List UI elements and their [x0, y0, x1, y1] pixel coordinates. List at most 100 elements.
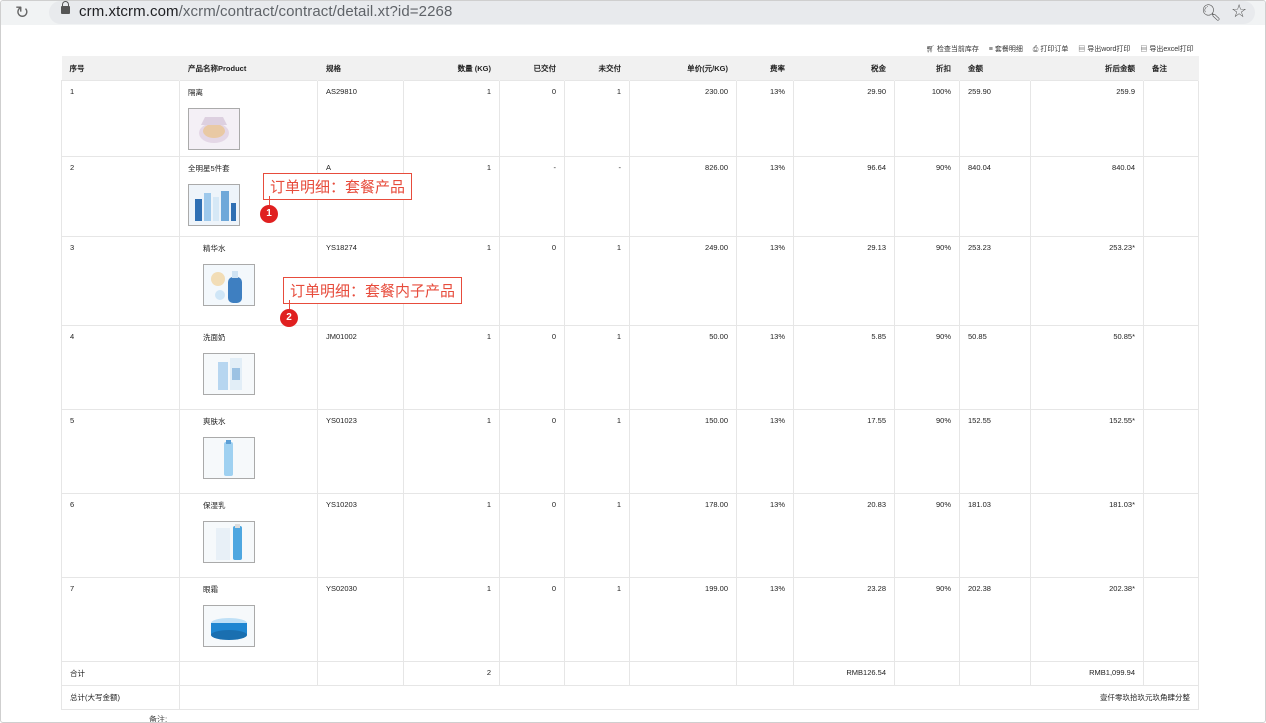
col-header: 金额: [959, 56, 1031, 81]
address-bar[interactable]: crm.xtcrm.com/xcrm/contract/contract/det…: [49, 1, 1255, 24]
col-header: 折扣: [894, 56, 960, 81]
cell-qty: 1: [403, 577, 500, 662]
cell-discount: 90%: [894, 236, 960, 326]
cell-net: 181.03*: [1030, 493, 1144, 578]
cell-price: 50.00: [629, 325, 737, 410]
col-header: 产品名称Product: [179, 56, 318, 81]
action-toolbar: 🛒︎ 检查当前库存 ≡ 套餐明细 ⎙ 打印订单 ▤ 导出word打印 ▤ 导出e…: [926, 44, 1202, 54]
cell-net: 253.23*: [1030, 236, 1144, 326]
package-detail-button[interactable]: ≡ 套餐明细: [989, 46, 1027, 53]
zoom-icon[interactable]: 🔍︎: [1201, 3, 1221, 23]
cell-rate: 13%: [736, 325, 794, 410]
cell-rate: 13%: [736, 236, 794, 326]
total-caps-value: 壹仟零玖拾玖元玖角肆分整: [179, 685, 1199, 710]
cell-discount: 90%: [894, 577, 960, 662]
cell-rate: 13%: [736, 493, 794, 578]
table-row: 5 爽肤水 YS01023 1 0 1 150.00 13% 17.55 90% 152.55 152…: [61, 409, 1199, 494]
cell-delivered: 0: [499, 325, 565, 410]
annotation-sub-product: 订单明细：套餐内子产品: [283, 277, 463, 304]
cell-note: [1143, 409, 1199, 494]
total-caps-label: 总计(大写金额): [61, 685, 180, 710]
cell-tax: 29.90: [793, 80, 895, 157]
cell-net: 259.9: [1030, 80, 1144, 157]
cell-spec: JM01002: [317, 325, 404, 410]
cell-tax: 96.64: [793, 156, 895, 237]
product-image[interactable]: [203, 521, 255, 563]
table-row: 4 洗面奶 JM01002 1 0 1 50.00 13% 5.85 90% 50.85 50.85*: [61, 325, 1199, 410]
cell-no: 5: [61, 409, 180, 494]
col-header: 未交付: [564, 56, 630, 81]
cell-amount: 253.23: [959, 236, 1031, 326]
cell-spec: YS01023: [317, 409, 404, 494]
col-header: 税金: [793, 56, 895, 81]
cell-discount: 90%: [894, 325, 960, 410]
table-row: 3 精华水 YS18274 1 0 1 249.00 13% 29.13 90% 253.23 253…: [61, 236, 1199, 326]
cell-no: 4: [61, 325, 180, 410]
browser-toolbar: ↻ crm.xtcrm.com/xcrm/contract/contract/d…: [1, 1, 1265, 25]
cell-delivered: 0: [499, 493, 565, 578]
check-inventory-button[interactable]: 🛒︎ 检查当前库存: [926, 46, 983, 53]
product-image[interactable]: [203, 437, 255, 479]
cell-note: [1143, 577, 1199, 662]
table-header: 序号 产品名称Product 规格 数量 (KG) 已交付 未交付 单价(元/K…: [61, 56, 1199, 81]
product-image[interactable]: [203, 264, 255, 306]
summary-qty: 2: [403, 661, 500, 686]
cell-tax: 23.28: [793, 577, 895, 662]
product-name-cell: 爽肤水: [179, 409, 318, 494]
cell-tax: 5.85: [793, 325, 895, 410]
url-path: /xcrm/contract/contract/detail.xt?id=226…: [178, 3, 453, 20]
cell-qty: 1: [403, 80, 500, 157]
product-name: 爽肤水: [203, 417, 226, 426]
cell-undelivered: 1: [564, 577, 630, 662]
cell-net: 152.55*: [1030, 409, 1144, 494]
cell-no: 7: [61, 577, 180, 662]
table-row: 2 全明星5件套 A 1- -826.00 13% 96.64 90% 840.04 840.04: [61, 156, 1199, 237]
cell-no: 2: [61, 156, 180, 237]
bookmark-star-icon[interactable]: ☆: [1231, 1, 1247, 22]
cell-price: 826.00: [629, 156, 737, 237]
remarks-label: 备注:: [149, 715, 168, 723]
product-image[interactable]: [203, 353, 255, 395]
cell-no: 3: [61, 236, 180, 326]
total-caps-row: 总计(大写金额) 壹仟零玖拾玖元玖角肆分整: [61, 685, 1199, 710]
cell-rate: 13%: [736, 80, 794, 157]
cell-spec: YS10203: [317, 493, 404, 578]
cell-rate: 13%: [736, 156, 794, 237]
cell-discount: 90%: [894, 493, 960, 578]
product-image[interactable]: [203, 605, 255, 647]
product-name-cell: 洗面奶: [179, 325, 318, 410]
cell-price: 150.00: [629, 409, 737, 494]
product-name: 隔离: [188, 88, 203, 97]
reload-icon[interactable]: ↻: [15, 3, 29, 23]
table-row: 1 隔离 AS29810 1 0 1 230.00 13% 29.90 100% 259.90 259…: [61, 80, 1199, 157]
col-header: 已交付: [499, 56, 565, 81]
product-image[interactable]: [188, 184, 240, 226]
cell-price: 199.00: [629, 577, 737, 662]
cell-rate: 13%: [736, 577, 794, 662]
cell-spec: AS29810: [317, 80, 404, 157]
annotation-package-product: 订单明细：套餐产品: [263, 173, 413, 200]
cell-amount: 259.90: [959, 80, 1031, 157]
export-word-button[interactable]: ▤ 导出word打印: [1078, 46, 1134, 53]
product-name-cell: 隔离: [179, 80, 318, 157]
summary-net: RMB1,099.94: [1030, 661, 1144, 686]
product-name-cell: 眼霜: [179, 577, 318, 662]
cell-note: [1143, 80, 1199, 157]
summary-row: 合计 2 RMB126.54 RMB1,099.94: [61, 661, 1199, 686]
cell-rate: 13%: [736, 409, 794, 494]
cell-delivered: 0: [499, 80, 565, 157]
cell-amount: 202.38: [959, 577, 1031, 662]
export-excel-button[interactable]: ▤ 导出excel打印: [1140, 46, 1197, 53]
cell-tax: 29.13: [793, 236, 895, 326]
cell-delivered: 0: [499, 577, 565, 662]
cell-qty: 1: [403, 493, 500, 578]
summary-tax: RMB126.54: [793, 661, 895, 686]
product-name: 保湿乳: [203, 501, 226, 510]
cell-undelivered: -: [564, 156, 630, 237]
url-text: crm.xtcrm.com/xcrm/contract/contract/det…: [79, 3, 452, 20]
cell-price: 178.00: [629, 493, 737, 578]
cell-undelivered: 1: [564, 493, 630, 578]
table-row: 6 保湿乳 YS10203 1 0 1 178.00 13% 20.83 90% 181.03 181…: [61, 493, 1199, 578]
print-order-button[interactable]: ⎙ 打印订单: [1033, 46, 1073, 53]
product-image[interactable]: [188, 108, 240, 150]
